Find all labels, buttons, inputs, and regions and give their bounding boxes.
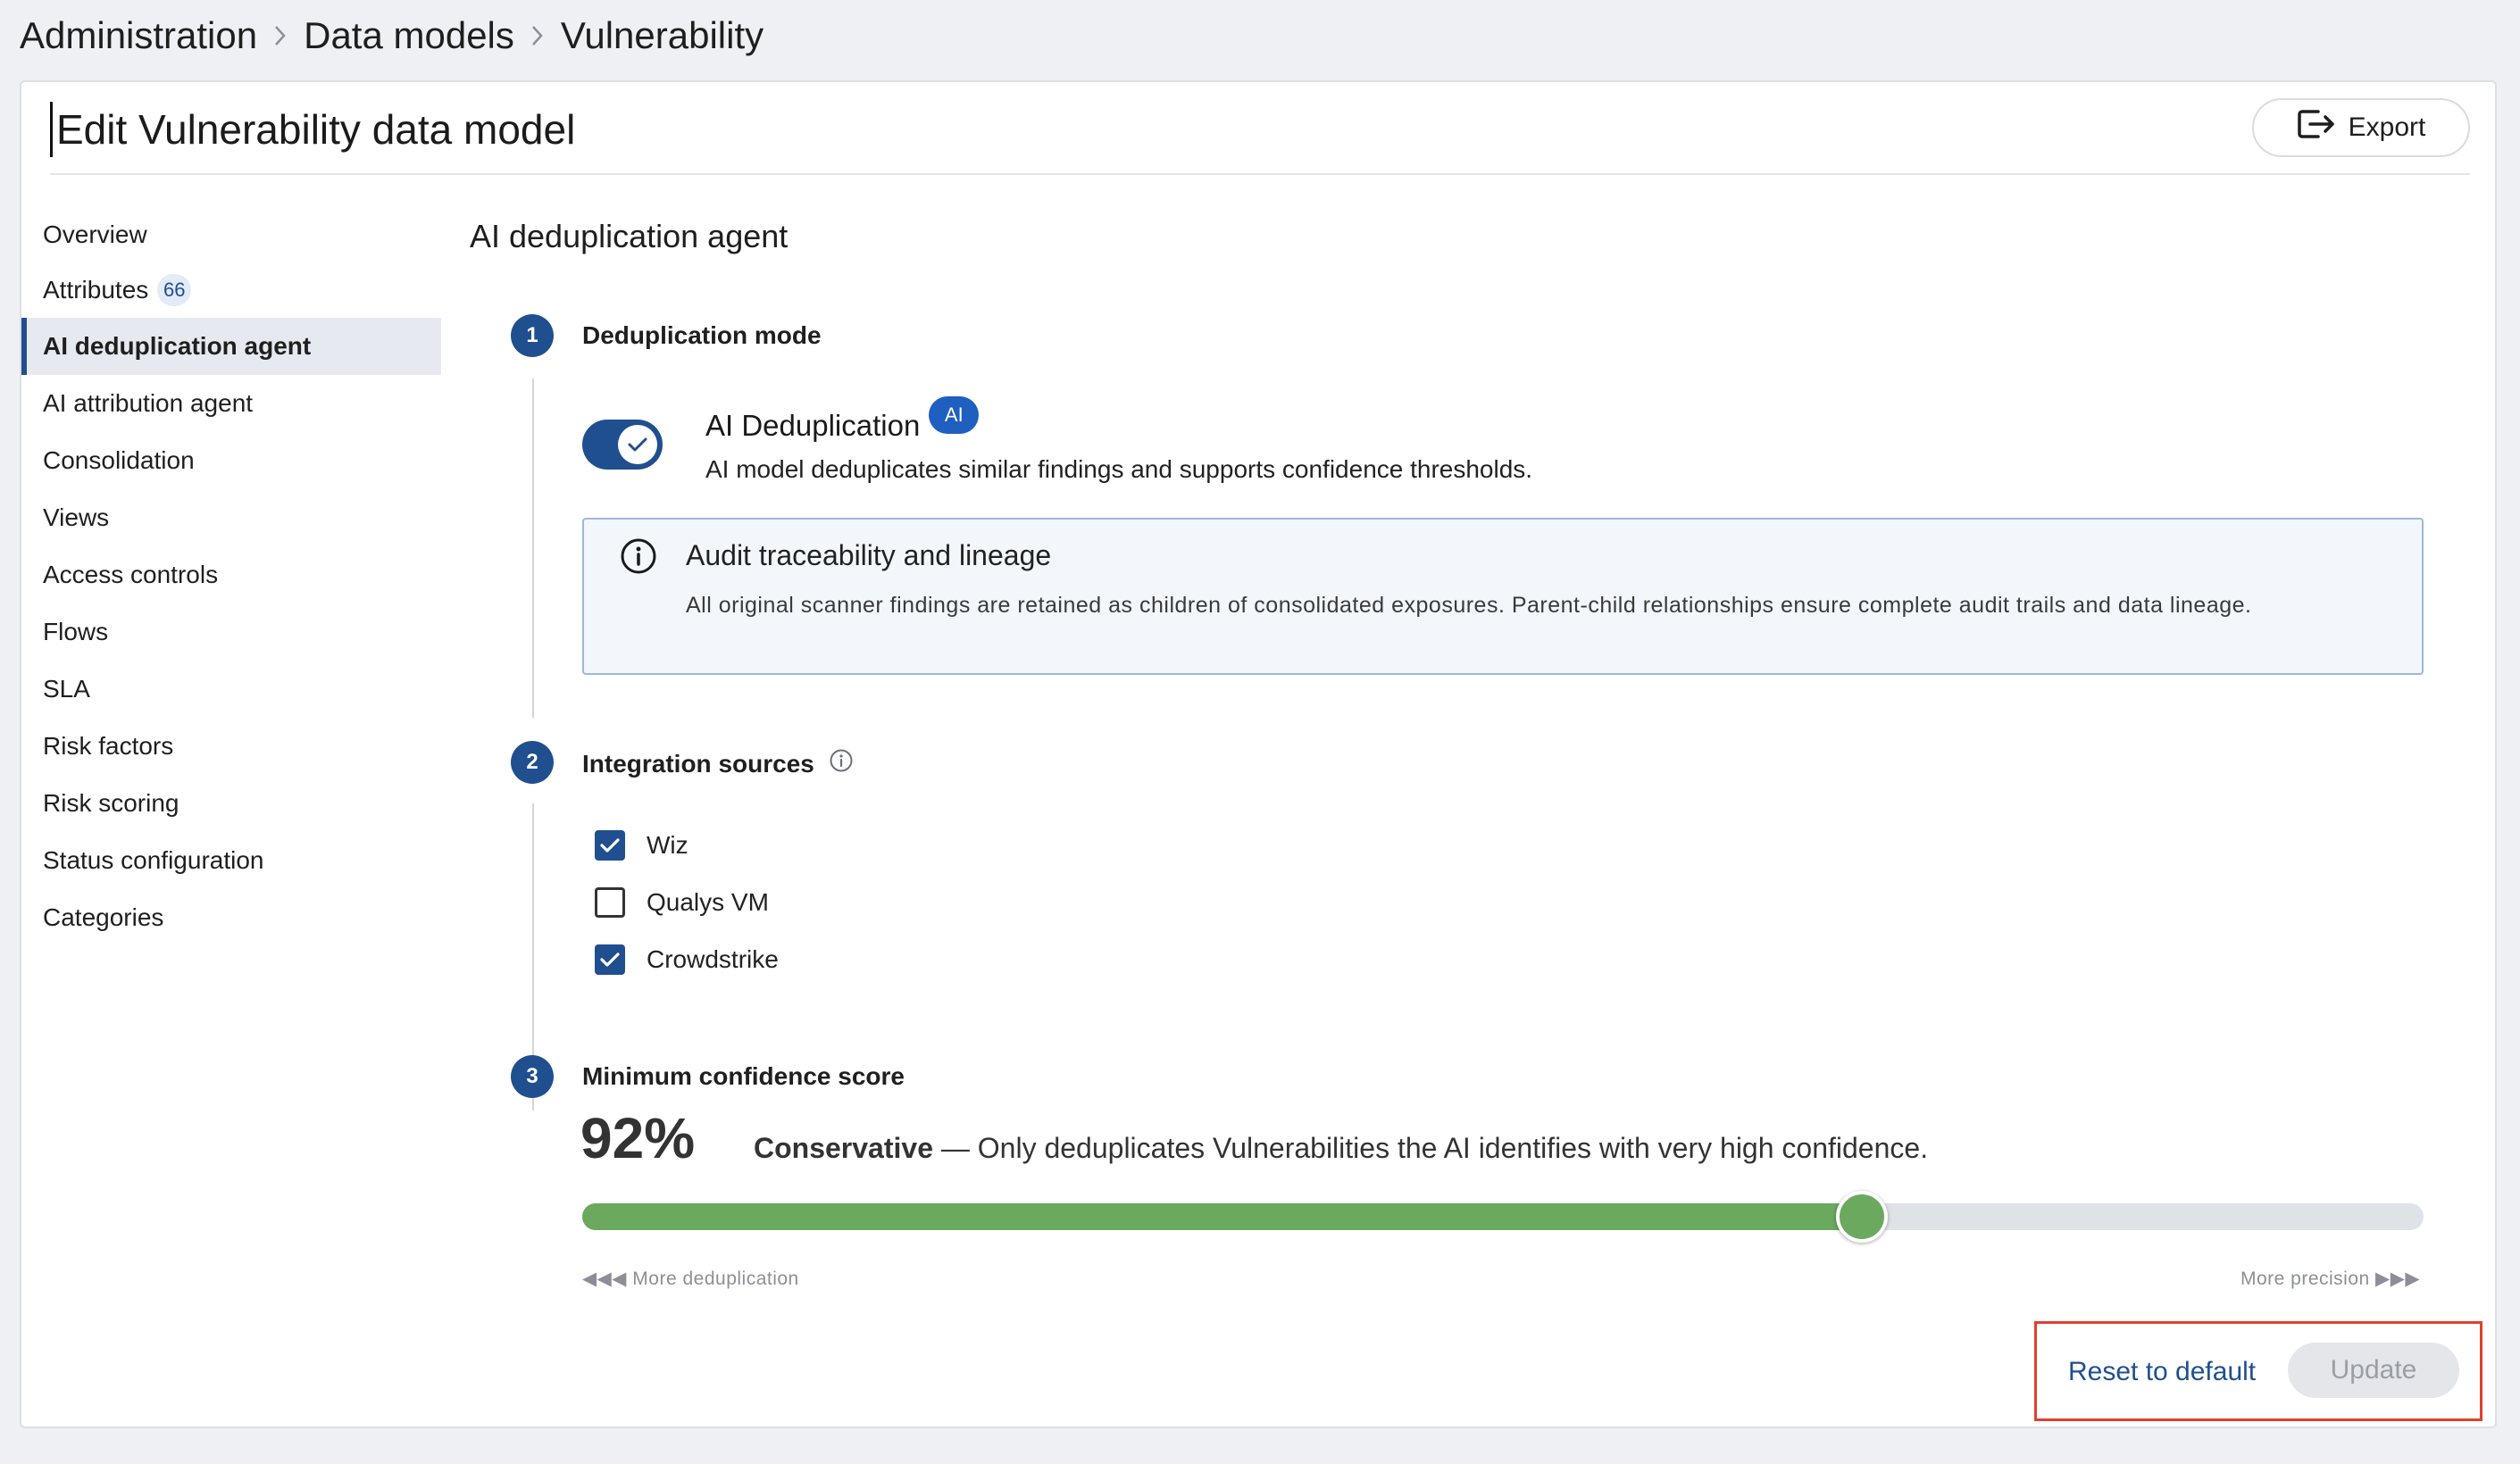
hint-label: More deduplication bbox=[632, 1269, 799, 1289]
sidebar-item-risk-scoring[interactable]: Risk scoring bbox=[21, 775, 441, 832]
breadcrumb-administration[interactable]: Administration bbox=[20, 14, 257, 57]
sidebar-item-ai-deduplication-agent[interactable]: AI deduplication agent bbox=[21, 318, 441, 375]
sidebar-item-label: Risk factors bbox=[43, 732, 174, 760]
slider-hint-right: More precision ▶▶▶ bbox=[2240, 1268, 2420, 1290]
source-label: Crowdstrike bbox=[647, 945, 779, 973]
slider-hint-left: ◀◀◀ More deduplication bbox=[582, 1268, 799, 1290]
confidence-description: Conservative — Only deduplicates Vulnera… bbox=[754, 1132, 1928, 1165]
sidebar-item-label: Overview bbox=[43, 220, 147, 248]
sidebar-item-label: Attributes bbox=[43, 276, 149, 304]
confidence-slider[interactable] bbox=[582, 1191, 2424, 1243]
ai-deduplication-description: AI model deduplicates similar findings a… bbox=[705, 455, 1533, 483]
slider-thumb[interactable] bbox=[1836, 1191, 1889, 1243]
step-connector bbox=[532, 378, 534, 718]
sidebar-item-label: Risk scoring bbox=[43, 789, 179, 817]
main-card: Edit Vulnerability data model Export Ove… bbox=[20, 80, 2497, 1428]
triple-right-arrow-icon: ▶▶▶ bbox=[2375, 1269, 2420, 1289]
sidebar-item-ai-attribution-agent[interactable]: AI attribution agent bbox=[21, 375, 441, 432]
info-title: Audit traceability and lineage bbox=[686, 539, 1052, 571]
chevron-right-icon bbox=[530, 24, 545, 47]
info-icon[interactable] bbox=[829, 748, 854, 779]
step-title-integration-sources: Integration sources bbox=[582, 748, 854, 779]
slider-fill bbox=[582, 1203, 1863, 1230]
sidebar-item-flows[interactable]: Flows bbox=[21, 603, 441, 661]
chevron-right-icon bbox=[273, 24, 288, 47]
sidebar-item-label: AI attribution agent bbox=[43, 389, 254, 417]
step-number: 2 bbox=[511, 741, 554, 784]
sidebar-item-label: Categories bbox=[43, 903, 164, 931]
export-icon bbox=[2297, 108, 2336, 147]
ai-badge: AI bbox=[929, 396, 980, 434]
step-title-deduplication-mode: Deduplication mode bbox=[582, 321, 822, 349]
feature-title-text: AI Deduplication bbox=[705, 409, 921, 442]
sidebar-item-label: Flows bbox=[43, 618, 109, 645]
info-text: All original scanner findings are retain… bbox=[686, 593, 2252, 618]
check-icon bbox=[618, 425, 657, 464]
breadcrumb-data-models[interactable]: Data models bbox=[304, 14, 514, 57]
section-title: AI deduplication agent bbox=[470, 218, 789, 254]
source-checkbox-wiz[interactable]: Wiz bbox=[595, 830, 688, 861]
breadcrumb: Administration Data models Vulnerability bbox=[20, 11, 764, 61]
checkbox-checked-icon[interactable] bbox=[595, 830, 625, 861]
confidence-score-value: 92% bbox=[580, 1106, 696, 1170]
audit-info-banner: Audit traceability and lineage All origi… bbox=[582, 518, 2424, 675]
source-checkbox-qualys-vm[interactable]: Qualys VM bbox=[595, 887, 769, 918]
reset-to-default-button[interactable]: Reset to default bbox=[2068, 1357, 2256, 1387]
checkbox-unchecked-icon[interactable] bbox=[595, 887, 625, 918]
sidebar-item-label: Status configuration bbox=[43, 846, 264, 874]
sidebar-item-access-controls[interactable]: Access controls bbox=[21, 546, 441, 603]
sidebar-item-risk-factors[interactable]: Risk factors bbox=[21, 718, 441, 775]
source-checkbox-crowdstrike[interactable]: Crowdstrike bbox=[595, 944, 779, 975]
triple-left-arrow-icon: ◀◀◀ bbox=[582, 1269, 627, 1289]
sidebar-item-label: Consolidation bbox=[43, 446, 195, 474]
export-button[interactable]: Export bbox=[2252, 98, 2470, 157]
attributes-count-badge: 66 bbox=[157, 274, 192, 306]
sidebar-item-views[interactable]: Views bbox=[21, 489, 441, 546]
export-label: Export bbox=[2348, 112, 2426, 142]
step-number: 3 bbox=[511, 1055, 554, 1098]
sidebar-item-sla[interactable]: SLA bbox=[21, 661, 441, 718]
step-number: 1 bbox=[511, 314, 554, 357]
page-title: Edit Vulnerability data model bbox=[50, 102, 575, 157]
ai-deduplication-title: AI Deduplication AI bbox=[705, 396, 980, 443]
sidebar-item-overview[interactable]: Overview bbox=[21, 207, 441, 262]
sidebar-item-label: Access controls bbox=[43, 561, 219, 588]
sidebar-item-status-configuration[interactable]: Status configuration bbox=[21, 832, 441, 889]
info-icon bbox=[620, 537, 657, 579]
confidence-mode: Conservative bbox=[754, 1132, 933, 1164]
header-divider bbox=[50, 173, 2470, 175]
source-label: Wiz bbox=[647, 831, 688, 859]
hint-label: More precision bbox=[2240, 1269, 2370, 1289]
sidebar-nav: Overview Attributes 66 AI deduplication … bbox=[21, 207, 441, 946]
source-label: Qualys VM bbox=[647, 888, 769, 916]
sidebar-item-label: SLA bbox=[43, 675, 90, 703]
sidebar-item-label: AI deduplication agent bbox=[43, 332, 312, 360]
step-title-minimum-confidence-score: Minimum confidence score bbox=[582, 1062, 905, 1090]
update-button[interactable]: Update bbox=[2288, 1343, 2459, 1398]
sidebar-item-categories[interactable]: Categories bbox=[21, 889, 441, 946]
sidebar-item-attributes[interactable]: Attributes 66 bbox=[21, 262, 441, 318]
ai-deduplication-toggle[interactable] bbox=[582, 420, 663, 470]
confidence-mode-description: — Only deduplicates Vulnerabilities the … bbox=[932, 1132, 1929, 1164]
step-title-text: Integration sources bbox=[582, 749, 814, 778]
checkbox-checked-icon[interactable] bbox=[595, 944, 625, 975]
sidebar-item-label: Views bbox=[43, 503, 110, 531]
breadcrumb-vulnerability: Vulnerability bbox=[560, 14, 764, 56]
sidebar-item-consolidation[interactable]: Consolidation bbox=[21, 432, 441, 489]
